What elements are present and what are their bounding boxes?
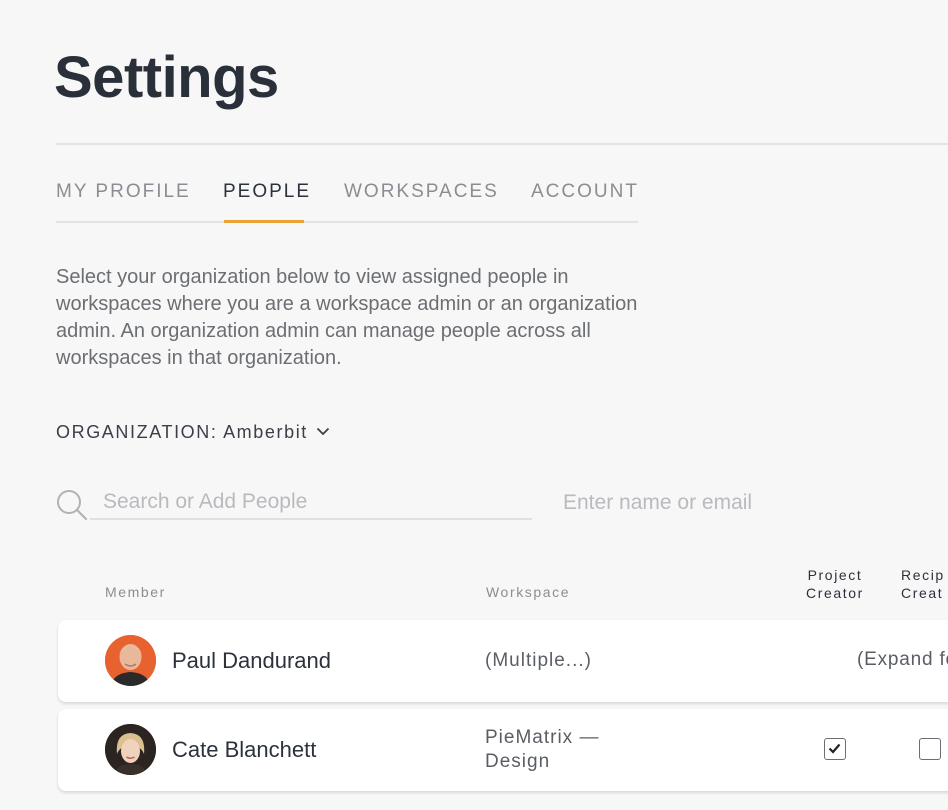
tab-workspaces[interactable]: WORKSPACES [344,181,499,203]
column-header-project-creator: Project Creator [800,566,870,602]
column-header-recipe-creator-line1: Recip [901,567,945,583]
column-header-recipe-creator: Recip Creat [901,566,948,602]
settings-tabs: MY PROFILE PEOPLE WORKSPACES ACCOUNT [56,181,638,223]
active-tab-indicator [224,220,304,223]
member-workspace: (Multiple...) [485,650,592,671]
project-creator-checkbox[interactable] [824,738,846,760]
member-name: Cate Blanchett [172,737,317,762]
title-divider [56,143,948,145]
tab-account[interactable]: ACCOUNT [531,181,639,203]
member-workspace-line1: PieMatrix — [485,727,600,748]
page-title: Settings [54,45,279,110]
avatar [105,724,156,775]
member-workspace: PieMatrix — Design [485,726,599,774]
search-hint: Enter name or email [563,491,753,514]
tab-people[interactable]: PEOPLE [223,181,311,203]
column-header-project-creator-line1: Project [807,567,863,583]
tab-my-profile[interactable]: MY PROFILE [56,181,191,203]
member-row[interactable]: Cate Blanchett PieMatrix — Design [58,709,948,791]
column-header-recipe-creator-line2: Creat [901,585,944,601]
search-input[interactable] [90,486,532,520]
column-header-member: Member [105,584,166,600]
member-workspace-line2: Design [485,751,551,772]
recipe-creator-checkbox[interactable] [919,738,941,760]
expand-permissions[interactable]: (Expand fo [857,649,948,671]
column-header-workspace: Workspace [486,584,571,600]
member-name: Paul Dandurand [172,648,332,673]
column-header-project-creator-line2: Creator [806,585,864,601]
avatar [105,635,156,686]
tabs-divider [56,221,638,223]
people-description: Select your organization below to view a… [56,266,638,369]
organization-label: ORGANIZATION: Amberbit [56,422,308,442]
member-row[interactable]: Paul Dandurand (Multiple...) (Expand fo [58,620,948,702]
search-icon [56,489,88,521]
organization-selector[interactable]: ORGANIZATION: Amberbit [56,420,330,443]
chevron-down-icon [316,420,330,441]
